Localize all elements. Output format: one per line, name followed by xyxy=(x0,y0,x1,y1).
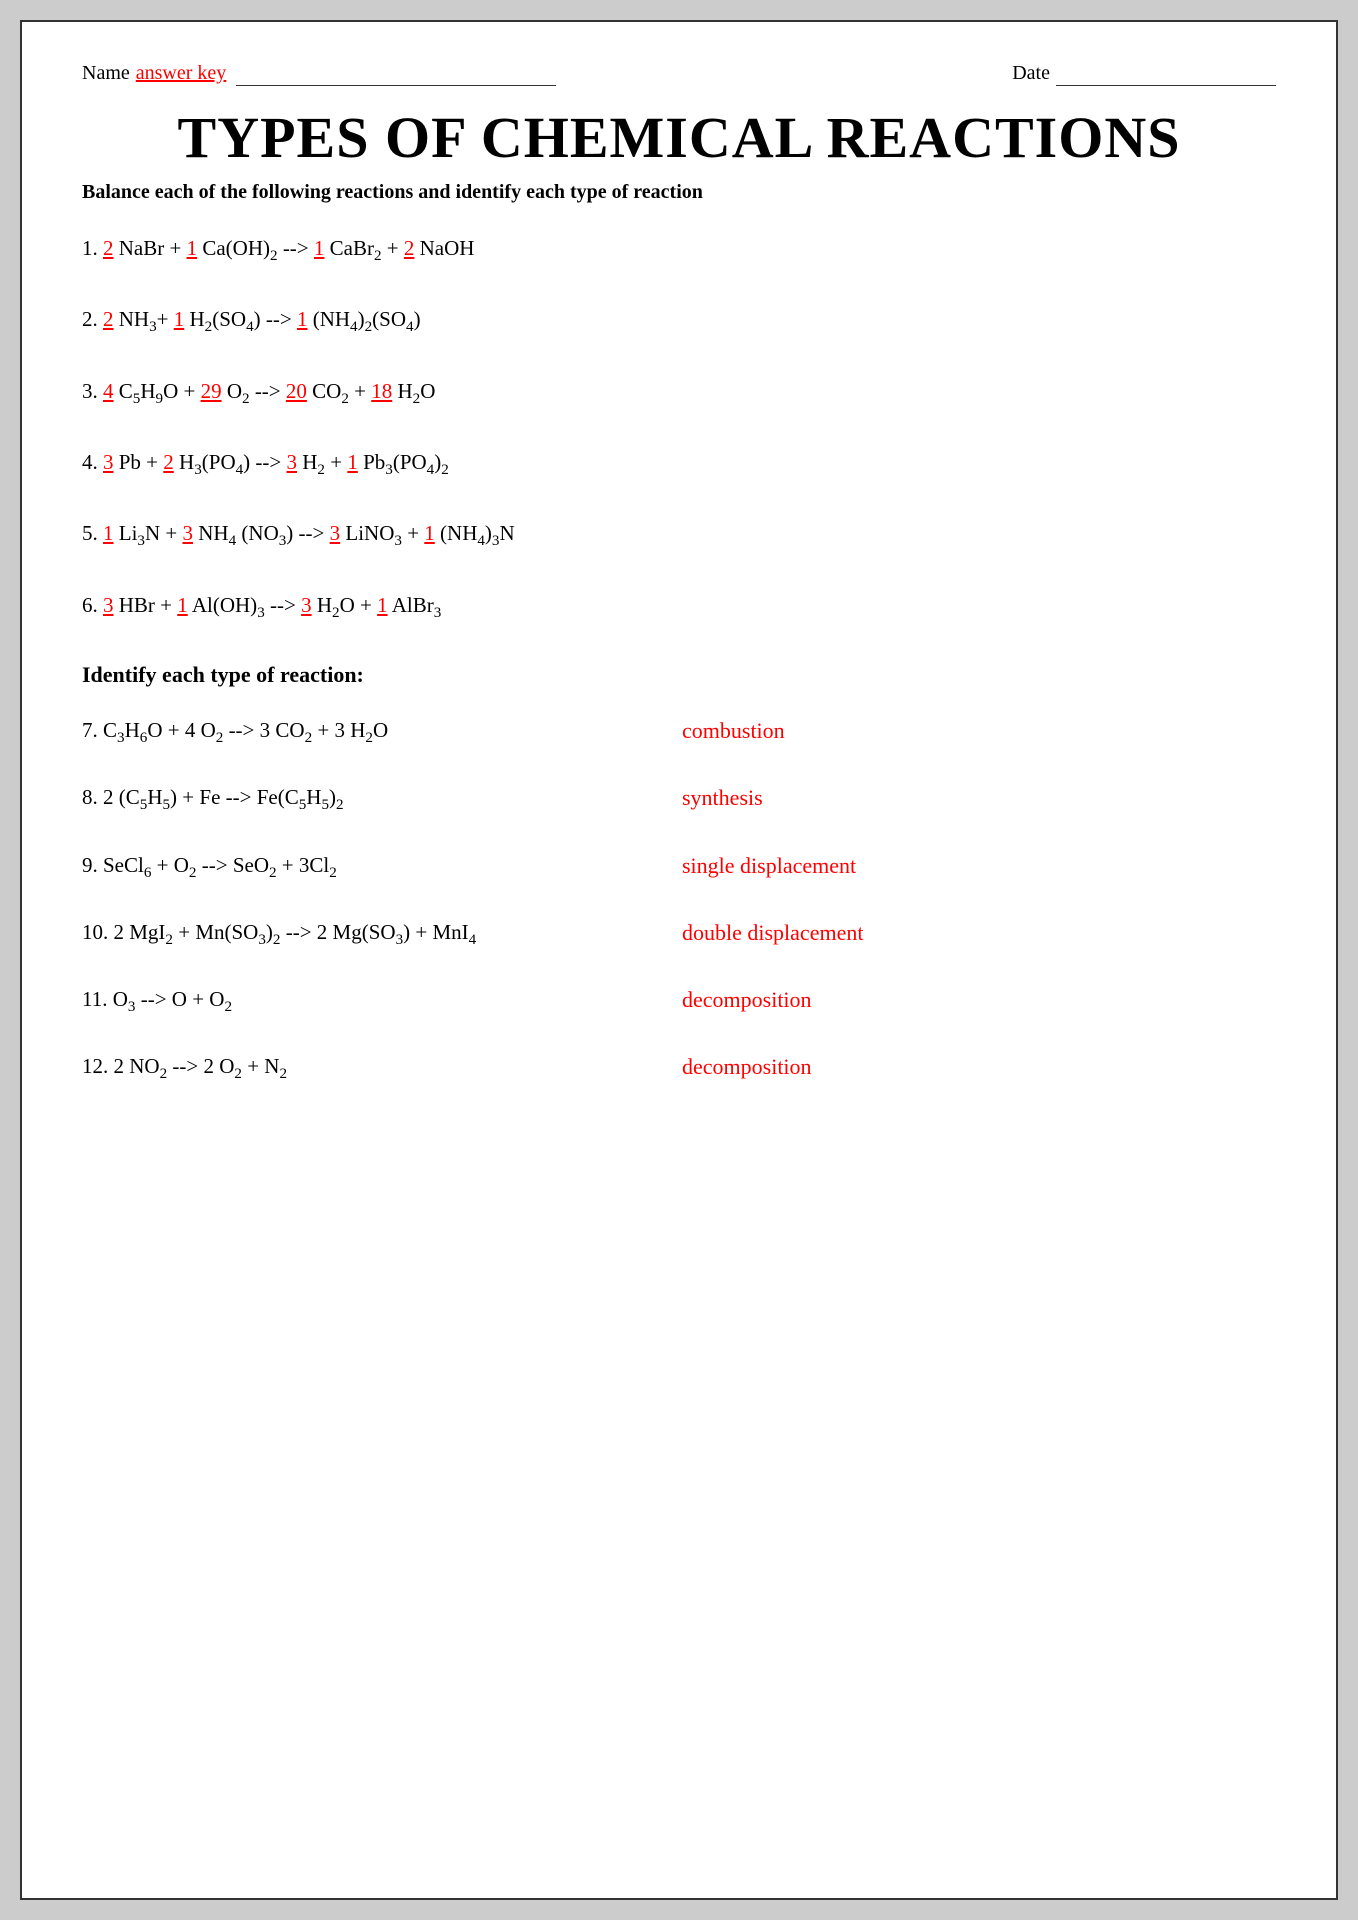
identify-10-number: 10. 2 MgI2 + Mn(SO3)2 --> 2 Mg(SO3) + Mn… xyxy=(82,920,476,944)
problem-2-text1: NH3+ xyxy=(119,307,174,331)
problem-6-ans2: 1 xyxy=(177,593,188,617)
problem-6-text3: H2O + xyxy=(317,593,377,617)
name-section: Name answer key xyxy=(82,62,556,86)
problem-6-ans3: 3 xyxy=(301,593,312,617)
identify-9-number: 9. SeCl6 + O2 --> SeO2 + 3Cl2 xyxy=(82,853,337,877)
problem-3-ans2: 29 xyxy=(201,379,222,403)
problem-3-text4: H2O xyxy=(398,379,436,403)
problem-5-number: 5. xyxy=(82,521,103,545)
date-label: Date xyxy=(1012,62,1050,85)
problem-4-text3: H2 + xyxy=(302,450,347,474)
identify-answer-10: double displacement xyxy=(682,920,863,946)
problem-4-ans2: 2 xyxy=(163,450,174,474)
problem-5-ans4: 1 xyxy=(424,521,435,545)
problem-1-ans4: 2 xyxy=(404,236,415,260)
identify-problem-7: 7. C3H6O + 4 O2 --> 3 CO2 + 3 H2O combus… xyxy=(82,718,1276,747)
problem-4-text1: Pb + xyxy=(119,450,164,474)
identify-problem-9: 9. SeCl6 + O2 --> SeO2 + 3Cl2 single dis… xyxy=(82,853,1276,882)
date-section: Date xyxy=(1012,62,1276,86)
problem-6-ans4: 1 xyxy=(377,593,388,617)
problem-1-text1: NaBr + xyxy=(119,236,187,260)
identify-12-number: 12. 2 NO2 --> 2 O2 + N2 xyxy=(82,1054,287,1078)
problem-3-text3: CO2 + xyxy=(312,379,371,403)
problem-1-ans3: 1 xyxy=(314,236,325,260)
problem-4-ans1: 3 xyxy=(103,450,114,474)
identify-answer-9: single displacement xyxy=(682,853,856,879)
identify-equation-9: 9. SeCl6 + O2 --> SeO2 + 3Cl2 xyxy=(82,853,562,882)
problem-6-ans1: 3 xyxy=(103,593,114,617)
problem-1-ans1: 2 xyxy=(103,236,114,260)
problem-1-text3: CaBr2 + xyxy=(330,236,404,260)
identify-answer-12: decomposition xyxy=(682,1054,812,1080)
identify-7-number: 7. C3H6O + 4 O2 --> 3 CO2 + 3 H2O xyxy=(82,718,388,742)
identify-problem-11: 11. O3 --> O + O2 decomposition xyxy=(82,987,1276,1016)
problem-1-ans2: 1 xyxy=(187,236,198,260)
problem-1: 1. 2 NaBr + 1 Ca(OH)2 --> 1 CaBr2 + 2 Na… xyxy=(82,234,1276,267)
identify-answer-7: combustion xyxy=(682,718,785,744)
identify-equation-8: 8. 2 (C5H5) + Fe --> Fe(C5H5)2 xyxy=(82,785,562,814)
problem-3-text2: O2 --> xyxy=(227,379,286,403)
problem-2-text2: H2(SO4) --> xyxy=(190,307,297,331)
problem-5-text1: Li3N + xyxy=(119,521,183,545)
name-label: Name xyxy=(82,62,130,85)
problem-2: 2. 2 NH3+ 1 H2(SO4) --> 1 (NH4)2(SO4) xyxy=(82,305,1276,338)
problem-4-ans4: 1 xyxy=(347,450,358,474)
problem-3: 3. 4 C5H9O + 29 O2 --> 20 CO2 + 18 H2O xyxy=(82,377,1276,410)
problem-3-text1: C5H9O + xyxy=(119,379,201,403)
page: Name answer key Date TYPES OF CHEMICAL R… xyxy=(20,20,1338,1900)
problem-4-text2: H3(PO4) --> xyxy=(179,450,286,474)
problem-6-text4: AlBr3 xyxy=(392,593,442,617)
page-title: TYPES OF CHEMICAL REACTIONS xyxy=(82,104,1276,171)
problem-1-text4: NaOH xyxy=(420,236,475,260)
problem-5-ans2: 3 xyxy=(183,521,194,545)
identify-answer-11: decomposition xyxy=(682,987,812,1013)
problem-6: 6. 3 HBr + 1 Al(OH)3 --> 3 H2O + 1 AlBr3 xyxy=(82,591,1276,624)
problem-4: 4. 3 Pb + 2 H3(PO4) --> 3 H2 + 1 Pb3(PO4… xyxy=(82,448,1276,481)
problem-2-ans1: 2 xyxy=(103,307,114,331)
problem-1-number: 1. xyxy=(82,236,103,260)
problem-2-ans3: 1 xyxy=(297,307,308,331)
identify-equation-12: 12. 2 NO2 --> 2 O2 + N2 xyxy=(82,1054,562,1083)
identify-answer-8: synthesis xyxy=(682,785,763,811)
problem-3-number: 3. xyxy=(82,379,103,403)
identify-equation-10: 10. 2 MgI2 + Mn(SO3)2 --> 2 Mg(SO3) + Mn… xyxy=(82,920,562,949)
problem-4-number: 4. xyxy=(82,450,103,474)
problem-5-ans1: 1 xyxy=(103,521,114,545)
problem-5-text4: (NH4)3N xyxy=(440,521,515,545)
identify-equation-7: 7. C3H6O + 4 O2 --> 3 CO2 + 3 H2O xyxy=(82,718,562,747)
problem-3-ans1: 4 xyxy=(103,379,114,403)
problem-5: 5. 1 Li3N + 3 NH4 (NO3) --> 3 LiNO3 + 1 … xyxy=(82,519,1276,552)
page-subtitle: Balance each of the following reactions … xyxy=(82,181,1276,204)
identify-section-title: Identify each type of reaction: xyxy=(82,662,1276,688)
problem-5-text3: LiNO3 + xyxy=(345,521,424,545)
answer-key: answer key xyxy=(136,62,227,85)
problem-2-ans2: 1 xyxy=(174,307,185,331)
problem-6-number: 6. xyxy=(82,593,103,617)
header: Name answer key Date xyxy=(82,62,1276,86)
name-underline xyxy=(236,62,556,86)
problem-4-ans3: 3 xyxy=(287,450,298,474)
identify-problem-12: 12. 2 NO2 --> 2 O2 + N2 decomposition xyxy=(82,1054,1276,1083)
problem-6-text1: HBr + xyxy=(119,593,178,617)
problem-3-ans3: 20 xyxy=(286,379,307,403)
problem-5-ans3: 3 xyxy=(330,521,341,545)
identify-problem-8: 8. 2 (C5H5) + Fe --> Fe(C5H5)2 synthesis xyxy=(82,785,1276,814)
problem-3-ans4: 18 xyxy=(371,379,392,403)
identify-11-number: 11. O3 --> O + O2 xyxy=(82,987,232,1011)
date-underline xyxy=(1056,62,1276,86)
identify-8-number: 8. 2 (C5H5) + Fe --> Fe(C5H5)2 xyxy=(82,785,344,809)
problem-5-text2: NH4 (NO3) --> xyxy=(198,521,329,545)
identify-problem-10: 10. 2 MgI2 + Mn(SO3)2 --> 2 Mg(SO3) + Mn… xyxy=(82,920,1276,949)
identify-equation-11: 11. O3 --> O + O2 xyxy=(82,987,562,1016)
problem-2-text3: (NH4)2(SO4) xyxy=(313,307,421,331)
problem-2-number: 2. xyxy=(82,307,103,331)
problem-6-text2: Al(OH)3 --> xyxy=(192,593,301,617)
problem-4-text4: Pb3(PO4)2 xyxy=(363,450,449,474)
problem-1-text2: Ca(OH)2 --> xyxy=(202,236,314,260)
